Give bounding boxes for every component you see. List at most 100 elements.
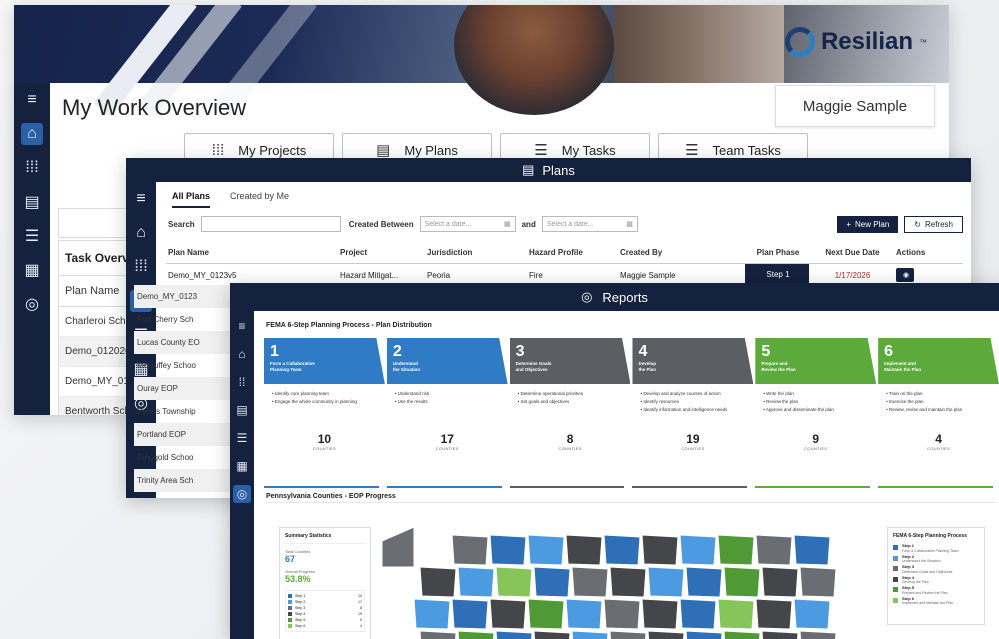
county-shape[interactable] [609, 566, 647, 598]
search-input[interactable] [200, 216, 341, 232]
globe-icon[interactable]: ◎ [21, 293, 43, 315]
county-shape[interactable] [685, 630, 723, 639]
home-icon[interactable]: ⌂ [21, 123, 43, 145]
grid-icon[interactable]: ⁞⁞⁞ [130, 256, 152, 278]
list-item[interactable]: Trinity Area Sch [134, 469, 234, 492]
grid-icon[interactable]: ⁞⁞⁞ [21, 157, 43, 179]
grid-icon[interactable]: ⁞⁞ [233, 373, 251, 391]
step-card-1[interactable]: 1Form a Collaborative Planning TeamIdent… [264, 338, 385, 488]
column-header[interactable]: Created By [618, 248, 745, 257]
county-shape[interactable] [603, 534, 641, 566]
list-item[interactable]: Fort Cherry Sch [134, 308, 234, 331]
list-item[interactable]: Lucas County EO [134, 331, 234, 354]
county-shape[interactable] [495, 630, 533, 639]
county-shape[interactable] [717, 534, 755, 566]
county-shape[interactable] [533, 630, 571, 639]
county-shape[interactable] [647, 566, 685, 598]
document-icon[interactable]: ▤ [233, 401, 251, 419]
home-icon[interactable]: ⌂ [130, 222, 152, 244]
step-card-5[interactable]: 5Prepare and Review the PlanWrite the pl… [755, 338, 877, 488]
county-shape[interactable] [565, 534, 603, 566]
county-shape[interactable] [799, 566, 837, 598]
county-shape[interactable] [679, 598, 717, 630]
column-header[interactable]: Plan Phase [745, 248, 809, 257]
county-shape[interactable] [419, 630, 457, 639]
fema-legend-item: Step 5 Prepare and Review the Plan [893, 585, 979, 595]
step-card-6[interactable]: 6Implement and Maintain the PlanTrain on… [878, 338, 999, 488]
column-header[interactable]: Plan Name [166, 248, 338, 257]
list-item[interactable]: Ouray EOP [134, 377, 234, 400]
county-shape[interactable] [495, 566, 533, 598]
county-shape[interactable] [679, 534, 717, 566]
end-date-input[interactable]: Select a date... ▦ [541, 216, 638, 232]
legend-label: Step 2 [295, 600, 306, 604]
county-shape[interactable] [717, 598, 755, 630]
county-shape[interactable] [647, 630, 685, 639]
county-shape[interactable] [489, 598, 527, 630]
menu-icon[interactable]: ≡ [21, 89, 43, 111]
county-shape[interactable] [457, 630, 495, 639]
county-shape[interactable] [457, 566, 495, 598]
column-header[interactable]: Actions [894, 248, 941, 257]
calendar-icon[interactable]: ▦ [21, 259, 43, 281]
legend-swatch [288, 606, 292, 610]
list-item[interactable]: McGuffey Schoo [134, 354, 234, 377]
list-item[interactable]: Ringgold Schoo [134, 446, 234, 469]
county-shape[interactable] [723, 566, 761, 598]
county-shape[interactable] [533, 566, 571, 598]
step-card-4[interactable]: 4Develop the PlanDevelop and analyze cou… [632, 338, 754, 488]
county-shape[interactable] [761, 630, 799, 639]
county-shape[interactable] [793, 598, 831, 630]
menu-icon[interactable]: ≡ [130, 188, 152, 210]
county-shape[interactable] [451, 598, 489, 630]
new-plan-button[interactable]: + New Plan [837, 215, 899, 233]
county-shape[interactable] [793, 534, 831, 566]
county-shape[interactable] [609, 630, 647, 639]
legend-desc: Understand the Situation [902, 559, 941, 563]
county-shape[interactable] [641, 598, 679, 630]
refresh-button[interactable]: ↻ Refresh [904, 215, 963, 233]
county-shape[interactable] [419, 566, 457, 598]
document-icon[interactable]: ▤ [21, 191, 43, 213]
column-header[interactable]: Next Due Date [809, 248, 894, 257]
home-icon[interactable]: ⌂ [233, 345, 251, 363]
county-shape[interactable] [723, 630, 761, 639]
county-shape[interactable] [799, 630, 837, 639]
step-card-2[interactable]: 2Understand the SituationUnderstand risk… [386, 338, 508, 488]
tab-created-by-me[interactable]: Created by Me [230, 191, 289, 208]
county-shape[interactable] [603, 598, 641, 630]
county-shape[interactable] [685, 566, 723, 598]
column-header[interactable]: Hazard Profile [527, 248, 618, 257]
county-shape[interactable] [571, 630, 609, 639]
tab-all-plans[interactable]: All Plans [172, 191, 211, 208]
user-name-box[interactable]: Maggie Sample [775, 85, 935, 127]
list-item[interactable]: Portland EOP [134, 423, 234, 446]
calendar-icon[interactable]: ▦ [233, 457, 251, 475]
list-icon[interactable]: ☰ [21, 225, 43, 247]
county-shape[interactable] [451, 534, 489, 566]
county-shape[interactable] [527, 598, 565, 630]
list-icon[interactable]: ☰ [233, 429, 251, 447]
column-header[interactable]: Jurisdiction [425, 248, 527, 257]
county-shape[interactable] [565, 598, 603, 630]
pennsylvania-county-map[interactable] [374, 523, 904, 639]
county-shape[interactable] [413, 598, 451, 630]
step-name: Develop the Plan [638, 361, 656, 372]
menu-icon[interactable]: ≡ [233, 317, 251, 335]
step-card-3[interactable]: 3Determine Goals and ObjectivesDetermine… [509, 338, 631, 488]
list-item[interactable]: Peters Township [134, 400, 234, 423]
county-shape[interactable] [381, 526, 415, 568]
county-shape[interactable] [761, 566, 799, 598]
county-shape[interactable] [489, 534, 527, 566]
start-date-input[interactable]: Select a date... ▦ [419, 216, 516, 232]
county-shape[interactable] [527, 534, 565, 566]
county-shape[interactable] [755, 598, 793, 630]
globe-icon[interactable]: ◎ [233, 485, 251, 503]
view-icon[interactable]: ◉ [896, 268, 914, 282]
plan-name-cell[interactable]: Demo_MY_0123v5 [166, 271, 338, 280]
county-shape[interactable] [641, 534, 679, 566]
column-header[interactable]: Project [338, 248, 425, 257]
list-item[interactable]: Demo_MY_0123 [134, 285, 234, 308]
county-shape[interactable] [755, 534, 793, 566]
county-shape[interactable] [571, 566, 609, 598]
